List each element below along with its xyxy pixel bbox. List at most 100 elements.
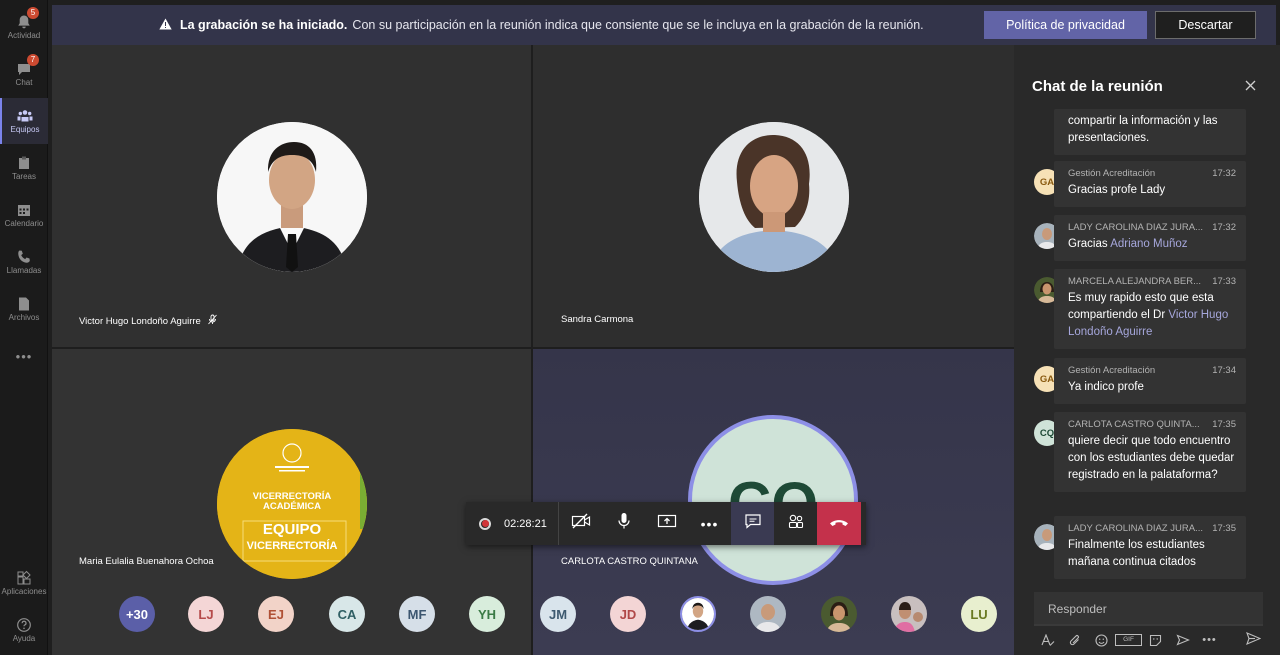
participant-avatar[interactable]: JD — [610, 596, 646, 632]
rail-item-llamadas[interactable]: Llamadas — [0, 239, 48, 285]
format-icon[interactable] — [1034, 633, 1061, 647]
message-text: Gracias profe Lady — [1068, 184, 1166, 196]
calendar-icon — [16, 202, 32, 216]
participant-photo — [699, 122, 849, 272]
participant-name-label: Victor Hugo Londoño Aguirre — [79, 314, 218, 328]
rail-item-actividad[interactable]: 5 Actividad — [0, 4, 48, 50]
participant-name-label: Maria Eulalia Buenahora Ochoa — [79, 556, 214, 567]
rail-item-archivos[interactable]: Archivos — [0, 286, 48, 332]
mention-link[interactable]: Adriano Muñoz — [1110, 238, 1187, 250]
warning-icon — [159, 18, 172, 33]
chat-message: LADY CAROLINA DIAZ JURA... 17:32 Gracias … — [1054, 215, 1246, 261]
share-screen-button[interactable] — [645, 502, 688, 545]
send-icon — [1246, 632, 1262, 649]
participant-avatar[interactable]: CA — [329, 596, 365, 632]
rail-label: Tareas — [11, 172, 36, 181]
microphone-button[interactable] — [602, 502, 645, 545]
sticker-icon[interactable] — [1142, 634, 1169, 647]
message-text: Ya indico profe — [1068, 381, 1144, 393]
rail-item-chat[interactable]: 7 Chat — [0, 51, 48, 97]
tasks-icon — [16, 155, 32, 169]
message-meta: CARLOTA CASTRO QUINTA... 17:35 — [1068, 419, 1236, 430]
chat-panel-title: Chat de la reunión — [1032, 78, 1163, 95]
participant-avatar[interactable]: LJ — [188, 596, 224, 632]
teams-meeting-window: 5 Actividad 7 Chat Equipos Tareas Calend… — [0, 0, 1280, 655]
rail-item-equipos[interactable]: Equipos — [0, 98, 48, 144]
participant-tile[interactable]: Victor Hugo Londoño Aguirre — [52, 45, 531, 347]
recording-banner: La grabación se ha iniciado. Con su part… — [52, 5, 1276, 45]
dismiss-button[interactable]: Descartar — [1155, 11, 1256, 39]
chat-message: Gestión Acreditación 17:32 Gracias profe … — [1054, 161, 1246, 207]
chat-message: MARCELA ALEJANDRA BER... 17:33 Es muy rap… — [1054, 269, 1246, 349]
rail-item-ayuda[interactable]: Ayuda — [0, 607, 48, 653]
participant-photo — [217, 122, 367, 272]
participant-initials-avatar: CQ — [688, 415, 858, 585]
rail-label: Llamadas — [6, 266, 42, 275]
rail-label: Ayuda — [12, 634, 36, 643]
message-text: quiere decir que todo encuentro con los … — [1068, 435, 1235, 481]
teams-icon — [17, 108, 33, 122]
rail-label: Calendario — [4, 219, 44, 228]
participants-overflow-button[interactable]: +30 — [119, 596, 155, 632]
app-rail: 5 Actividad 7 Chat Equipos Tareas Calend… — [0, 0, 48, 655]
help-icon — [16, 617, 32, 632]
more-icon: ••• — [15, 348, 33, 364]
rail-label: Archivos — [8, 313, 40, 322]
participant-name-label: Sandra Carmona — [561, 314, 634, 325]
participant-photo-avatar[interactable] — [891, 596, 927, 632]
chat-message: compartir la información y las presentac… — [1054, 109, 1246, 155]
message-meta: LADY CAROLINA DIAZ JURA... 17:32 — [1068, 222, 1236, 233]
participant-avatar[interactable]: YH — [469, 596, 505, 632]
reply-input[interactable]: Responder — [1034, 592, 1263, 626]
message-meta: Gestión Acreditación 17:34 — [1068, 365, 1236, 376]
more-actions-button[interactable]: ••• — [688, 502, 731, 545]
show-chat-button[interactable] — [731, 502, 774, 545]
chat-message: Gestión Acreditación 17:34 Ya indico prof… — [1054, 358, 1246, 404]
message-meta: Gestión Acreditación 17:32 — [1068, 168, 1236, 179]
participant-avatar[interactable]: LU — [961, 596, 997, 632]
rail-item-tareas[interactable]: Tareas — [0, 145, 48, 191]
banner-title: La grabación se ha iniciado. — [180, 18, 348, 32]
more-icon: ••• — [700, 515, 719, 532]
activity-badge: 5 — [27, 7, 39, 19]
participant-avatar[interactable]: MF — [399, 596, 435, 632]
message-meta: LADY CAROLINA DIAZ JURA... 17:35 — [1068, 523, 1236, 534]
rail-item-calendario[interactable]: Calendario — [0, 192, 48, 238]
participant-tile[interactable]: Sandra Carmona — [533, 45, 1014, 347]
participant-photo-avatar[interactable] — [680, 596, 716, 632]
participant-photo-avatar[interactable] — [821, 596, 857, 632]
attach-icon[interactable] — [1061, 634, 1088, 647]
show-participants-button[interactable] — [774, 502, 817, 545]
meet-now-icon[interactable] — [1169, 634, 1196, 646]
call-timer: 02:28:21 — [504, 517, 547, 530]
message-text: Gracias Adriano Muñoz — [1068, 238, 1188, 250]
privacy-policy-button[interactable]: Política de privacidad — [984, 11, 1147, 39]
camera-off-button[interactable] — [559, 502, 602, 545]
hang-up-button[interactable] — [817, 502, 861, 545]
close-chat-button[interactable] — [1245, 78, 1256, 95]
gif-icon[interactable]: GIF — [1115, 634, 1142, 646]
participants-icon — [787, 513, 805, 534]
emoji-icon[interactable] — [1088, 633, 1115, 647]
chat-message: LADY CAROLINA DIAZ JURA... 17:35 Finalmen… — [1054, 516, 1246, 579]
participant-avatar[interactable]: EJ — [258, 596, 294, 632]
participant-photo-avatar[interactable] — [750, 596, 786, 632]
mic-muted-icon — [207, 314, 218, 328]
message-text: Finalmente los estudiantes mañana contin… — [1068, 539, 1205, 568]
message-text: compartir la información y las presentac… — [1068, 115, 1218, 144]
video-stage: Victor Hugo Londoño Aguirre Sandra Carmo… — [52, 45, 1014, 655]
rail-label: Aplicaciones — [1, 587, 47, 596]
rail-label: Actividad — [7, 31, 41, 40]
share-screen-icon — [657, 513, 677, 534]
participant-avatar[interactable]: JM — [540, 596, 576, 632]
rail-item-aplicaciones[interactable]: Aplicaciones — [0, 560, 48, 606]
recording-icon[interactable] — [479, 517, 491, 530]
send-button[interactable] — [1246, 632, 1262, 650]
rail-label: Equipos — [10, 125, 40, 134]
chat-badge: 7 — [27, 54, 39, 66]
compose-toolbar: GIF ••• — [1034, 631, 1266, 649]
university-logo: VICERRECTORÍA ACADÉMICA EQUIPO VICERRECT… — [217, 429, 367, 579]
phone-icon — [16, 249, 32, 263]
more-icon[interactable]: ••• — [1196, 634, 1223, 646]
more-apps-button[interactable]: ••• — [0, 333, 48, 379]
